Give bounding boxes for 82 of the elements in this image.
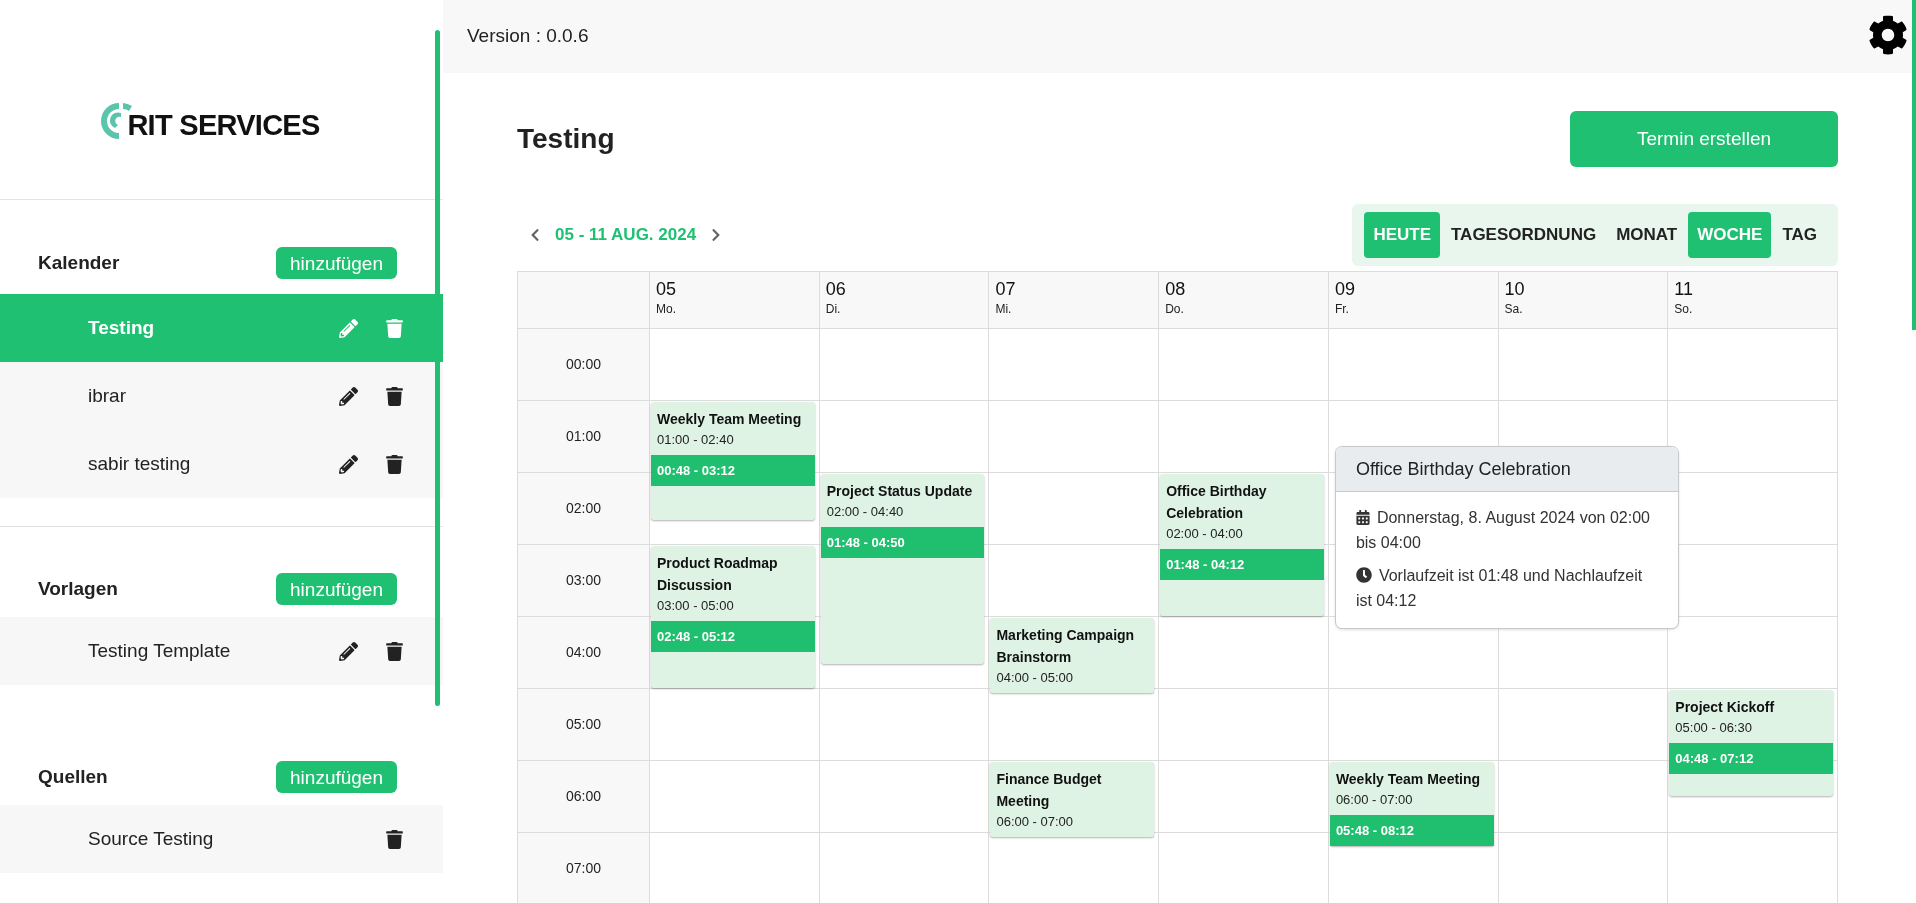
event-title: Project Status Update xyxy=(825,482,974,501)
weekday-label: Mi. xyxy=(995,301,1013,318)
sidebar-item[interactable]: sabir testing xyxy=(0,430,443,498)
event-card[interactable]: Weekly Team Meeting 06:00 - 07:00 05:48 - 08:12 xyxy=(1329,762,1494,846)
buffer-time-bar: 00:48 - 03:12 xyxy=(651,455,815,486)
sidebar-item[interactable]: ibrar xyxy=(0,362,443,430)
event-title: Project Kickoff xyxy=(1674,698,1776,717)
hour-label: 06:00 xyxy=(565,787,601,806)
event-card[interactable]: Finance Budget Meeting 06:00 - 07:00 xyxy=(990,762,1155,837)
event-title: Product Roadmap Discussion xyxy=(656,554,779,595)
hour-label: 03:00 xyxy=(565,571,601,590)
event-title: Weekly Team Meeting xyxy=(1334,770,1482,789)
section-title: Vorlagen xyxy=(38,576,118,601)
buffer-time-bar: 05:48 - 08:12 xyxy=(1329,815,1494,846)
sidebar-item[interactable]: Source Testing xyxy=(0,805,443,873)
hour-label: 07:00 xyxy=(565,859,601,878)
settings-icon[interactable] xyxy=(1868,14,1908,55)
edit-icon[interactable] xyxy=(339,641,358,661)
hour-label: 02:00 xyxy=(565,499,601,518)
day-number: 06 xyxy=(825,278,847,300)
event-time: 01:00 - 02:40 xyxy=(656,431,735,449)
buffer-time-bar: 01:48 - 04:12 xyxy=(1160,549,1324,580)
event-time: 06:00 - 07:00 xyxy=(995,813,1075,831)
clock-icon xyxy=(1355,567,1372,584)
hour-label: 01:00 xyxy=(565,427,601,446)
event-card[interactable]: Product Roadmap Discussion 03:00 - 05:00 02:48 - 05:12 xyxy=(651,546,815,688)
day-number: 05 xyxy=(656,278,678,300)
hour-label: 04:00 xyxy=(565,643,601,662)
event-time: 06:00 - 07:00 xyxy=(1334,791,1414,809)
hour-label: 00:00 xyxy=(565,355,601,374)
event-time: 05:00 - 06:30 xyxy=(1674,719,1753,737)
event-time: 02:00 - 04:40 xyxy=(825,503,905,521)
version-label: Version : 0.0.6 xyxy=(467,24,589,49)
view-tab[interactable]: TAG xyxy=(1773,212,1826,258)
sidebar-item[interactable]: Testing Template xyxy=(0,617,443,685)
calendar-icon xyxy=(1355,509,1370,525)
event-title: Weekly Team Meeting xyxy=(656,410,803,429)
event-time: 03:00 - 05:00 xyxy=(656,597,735,615)
delete-icon[interactable] xyxy=(386,386,403,406)
scrollbar-thumb[interactable] xyxy=(435,30,440,706)
popover-title: Office Birthday Celebration xyxy=(1355,457,1571,481)
event-card[interactable]: Office Birthday Celebration 02:00 - 04:00 01:48 - 04:12 xyxy=(1160,474,1324,616)
weekday-label: So. xyxy=(1674,301,1694,318)
buffer-time-bar: 04:48 - 07:12 xyxy=(1669,743,1834,774)
view-tab[interactable]: MONAT xyxy=(1607,212,1687,258)
event-card[interactable]: Project Kickoff 05:00 - 06:30 04:48 - 07:12 xyxy=(1669,690,1834,796)
weekday-label: Di. xyxy=(825,301,842,318)
event-time: 02:00 - 04:00 xyxy=(1165,525,1244,543)
event-time: 04:00 - 05:00 xyxy=(995,669,1075,687)
event-title: Finance Budget Meeting xyxy=(995,770,1103,811)
section-title: Quellen xyxy=(38,764,108,789)
hour-label: 05:00 xyxy=(565,715,601,734)
section-title: Kalender xyxy=(38,250,120,275)
day-number: 09 xyxy=(1334,278,1356,300)
popover-buffer-text: Vorlaufzeit ist 01:48 und Nachlaufzeit ist 04:12 xyxy=(1355,566,1644,611)
delete-icon[interactable] xyxy=(386,829,403,849)
previous-week-icon[interactable] xyxy=(529,228,541,242)
logo-text: RIT SERVICES xyxy=(127,111,320,140)
edit-icon[interactable] xyxy=(339,386,358,406)
delete-icon[interactable] xyxy=(386,454,403,474)
view-tab[interactable]: TAGESORDNUNG xyxy=(1442,212,1606,258)
edit-icon[interactable] xyxy=(339,454,358,474)
popover-date-text: Donnerstag, 8. August 2024 von 02:00 bis 04:00 xyxy=(1355,508,1651,553)
date-range: 05 - 11 AUG. 2024 xyxy=(555,224,697,247)
weekday-label: Sa. xyxy=(1504,301,1524,318)
buffer-time-bar: 02:48 - 05:12 xyxy=(651,621,815,652)
event-card[interactable]: Weekly Team Meeting 01:00 - 02:40 00:48 - 03:12 xyxy=(651,402,815,520)
event-card[interactable]: Project Status Update 02:00 - 04:40 01:48 - 04:50 xyxy=(820,474,985,664)
event-title: Marketing Campaign Brainstorm xyxy=(995,626,1136,667)
event-card[interactable]: Marketing Campaign Brainstorm 04:00 - 05:00 xyxy=(990,618,1155,693)
scrollbar-thumb[interactable] xyxy=(1912,0,1916,330)
day-number: 08 xyxy=(1165,278,1187,300)
weekday-label: Do. xyxy=(1165,301,1185,318)
day-number: 11 xyxy=(1674,278,1694,300)
day-number: 10 xyxy=(1504,278,1526,300)
weekday-label: Mo. xyxy=(656,301,677,318)
event-title: Office Birthday Celebration xyxy=(1165,482,1268,523)
delete-icon[interactable] xyxy=(386,641,403,661)
day-number: 07 xyxy=(995,278,1017,300)
buffer-time-bar: 01:48 - 04:50 xyxy=(820,527,985,558)
weekday-label: Fr. xyxy=(1334,301,1350,318)
page-title: Testing xyxy=(517,122,615,156)
